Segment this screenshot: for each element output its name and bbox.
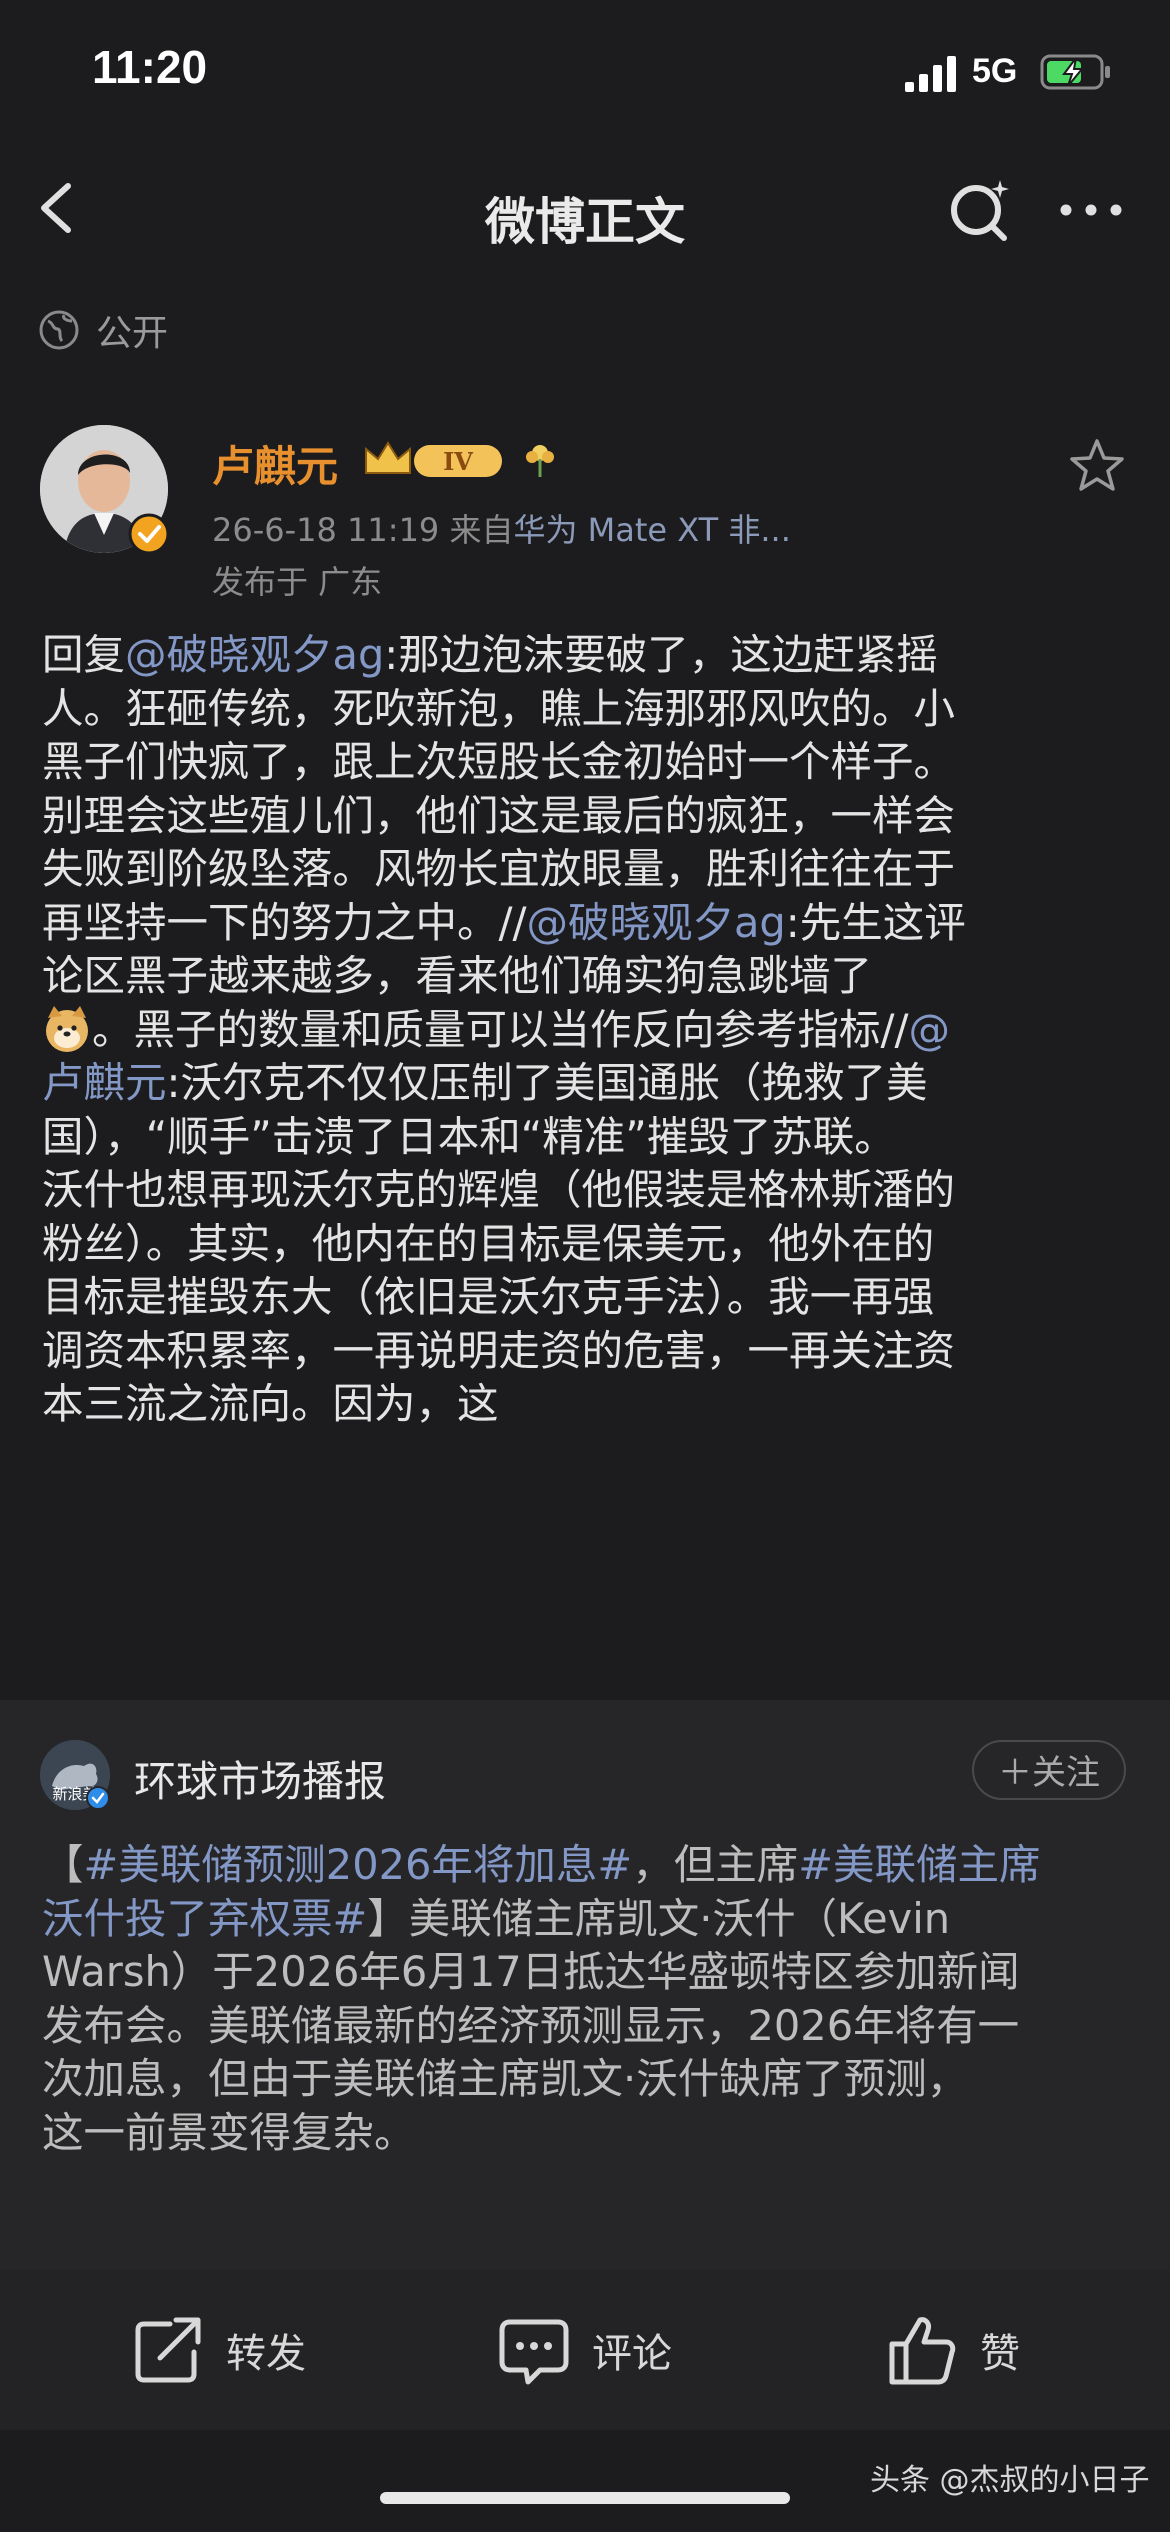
thumbs-up-icon — [889, 2317, 956, 2385]
forward-icon — [135, 2317, 201, 2383]
battery-charging-icon — [1040, 54, 1110, 90]
follow-button[interactable]: ＋关注 — [972, 1740, 1126, 1800]
post-time: 26-6-18 11:19 — [212, 511, 440, 549]
reply-prefix: 回复 — [42, 630, 126, 679]
doge-emoji-icon — [46, 1005, 88, 1052]
status-bar: 11:20 5G — [0, 0, 1170, 150]
level-badge-text: IV — [443, 447, 473, 476]
mention-link[interactable]: @破晓观夕ag — [125, 630, 384, 679]
more-options-icon[interactable] — [1056, 190, 1126, 230]
globe-icon — [39, 310, 79, 350]
post-text: 回复@破晓观夕ag:那边泡沫要破了，这边赶紧摇 人。狂砸传统，死吹新泡，瞧上海那… — [42, 628, 1132, 1431]
repost-text-segment: ，但主席 — [632, 1840, 799, 1889]
nav-bar: 微博正文 — [0, 160, 1170, 260]
comment-label: 评论 — [592, 2331, 672, 2377]
forward-button[interactable]: 转发 — [130, 2310, 306, 2390]
favorite-star-icon[interactable] — [1068, 437, 1126, 495]
post-device[interactable]: 华为 Mate XT 非... — [513, 511, 790, 549]
like-button[interactable]: 赞 — [884, 2310, 1020, 2390]
search-icon[interactable] — [944, 174, 1016, 246]
post-source-label: 来自 — [449, 511, 514, 549]
home-indicator[interactable] — [380, 2492, 790, 2504]
mention-link[interactable]: @破晓观夕ag — [526, 898, 785, 947]
watermark: 头条 @杰叔的小日子 — [870, 2463, 1150, 2498]
visibility-indicator: 公开 — [38, 300, 168, 360]
network-type: 5G — [972, 52, 1018, 90]
action-bar: 转发 评论 赞 — [0, 2270, 1170, 2430]
reposted-card[interactable]: 新浪美 环球市场播报 ＋关注 【#美联储预测2026年将加息#，但主席#美联储主… — [0, 1700, 1170, 2270]
verified-badge-icon — [86, 1786, 110, 1810]
flower-badge-icon — [526, 445, 554, 477]
author-name[interactable]: 卢麒元 — [212, 433, 338, 494]
signal-icon — [905, 56, 956, 92]
forward-label: 转发 — [226, 2331, 306, 2377]
comment-button[interactable]: 评论 — [496, 2310, 672, 2390]
status-time: 11:20 — [92, 41, 208, 93]
post-text-segment: :沃尔克不仅仅压制了美国通胀（挽救了美 国），“顺手”击溃了日本和“精准”摧毁了… — [42, 1058, 956, 1428]
visibility-label: 公开 — [96, 313, 169, 354]
repost-author-name[interactable]: 环球市场播报 — [134, 1748, 386, 1809]
like-label: 赞 — [980, 2331, 1020, 2377]
repost-text-segment: 【 — [42, 1840, 84, 1889]
hashtag-link[interactable]: #美联储预测2026年将加息# — [84, 1840, 633, 1889]
post-location: 发布于 广东 — [212, 563, 383, 601]
post-meta: 26-6-18 11:19 来自华为 Mate XT 非... — [212, 505, 791, 551]
repost-text: 【#美联储预测2026年将加息#，但主席#美联储主席 沃什投了弃权票#】美联储主… — [42, 1838, 1132, 2159]
author-header: 卢麒元 IV 26-6-18 11:19 来自华为 Mate XT 非... 发… — [40, 425, 1130, 610]
comment-icon — [499, 2319, 569, 2385]
member-crown-badge-icon: IV — [365, 441, 502, 477]
verified-badge-icon — [128, 513, 170, 555]
post-text-segment: 。黑子的数量和质量可以当作反向参考指标// — [92, 1004, 909, 1054]
